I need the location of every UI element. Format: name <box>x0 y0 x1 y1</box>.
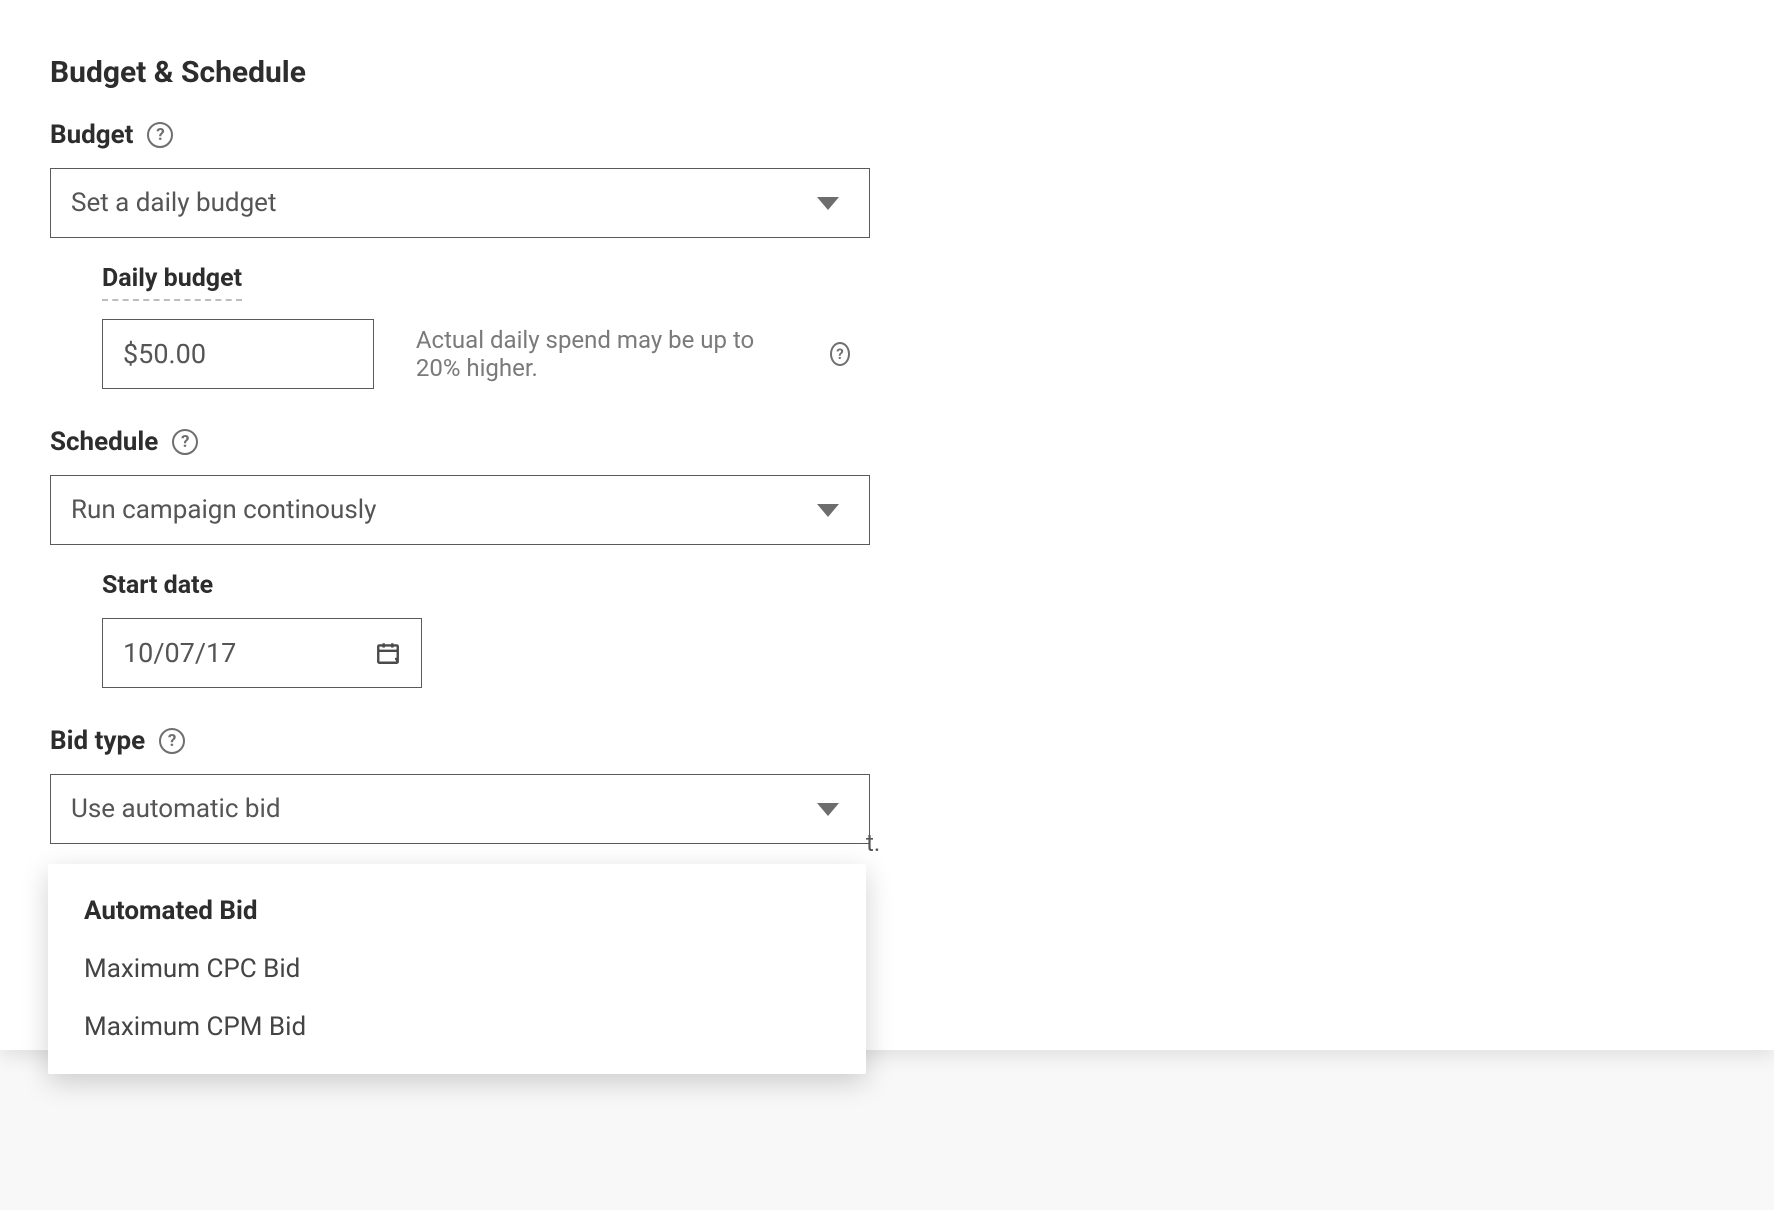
daily-budget-input[interactable]: $50.00 <box>102 319 374 389</box>
help-icon[interactable]: ? <box>172 429 198 455</box>
budget-select-value: Set a daily budget <box>71 188 276 218</box>
budget-schedule-form: Budget & Schedule Budget ? Set a daily b… <box>0 0 900 844</box>
budget-select[interactable]: Set a daily budget <box>50 168 870 238</box>
start-date-input[interactable]: 10/07/17 <box>102 618 422 688</box>
daily-budget-block: Daily budget $50.00 Actual daily spend m… <box>102 264 850 389</box>
calendar-icon <box>375 640 401 666</box>
help-icon[interactable]: ? <box>830 342 850 366</box>
daily-budget-row: $50.00 Actual daily spend may be up to 2… <box>102 319 850 389</box>
daily-budget-value: $50.00 <box>123 338 206 370</box>
help-icon[interactable]: ? <box>159 728 185 754</box>
bid-type-option[interactable]: Maximum CPM Bid <box>48 998 866 1056</box>
section-title: Budget & Schedule <box>50 55 850 90</box>
bid-type-select-value: Use automatic bid <box>71 794 281 824</box>
bid-type-select[interactable]: Use automatic bid <box>50 774 870 844</box>
schedule-select[interactable]: Run campaign continously <box>50 475 870 545</box>
help-icon[interactable]: ? <box>147 122 173 148</box>
chevron-down-icon <box>817 803 839 816</box>
start-date-value: 10/07/17 <box>123 637 236 669</box>
daily-budget-hint: Actual daily spend may be up to 20% high… <box>416 326 788 382</box>
budget-field: Budget ? Set a daily budget Daily budget… <box>50 120 850 389</box>
chevron-down-icon <box>817 504 839 517</box>
budget-label: Budget <box>50 120 133 150</box>
bid-type-option[interactable]: Automated Bid <box>48 882 866 940</box>
budget-label-row: Budget ? <box>50 120 850 150</box>
schedule-label-row: Schedule ? <box>50 427 850 457</box>
chevron-down-icon <box>817 197 839 210</box>
daily-budget-label: Daily budget <box>102 264 242 301</box>
bid-type-dropdown: Automated BidMaximum CPC BidMaximum CPM … <box>48 864 866 1074</box>
bid-type-option[interactable]: Maximum CPC Bid <box>48 940 866 998</box>
start-date-label: Start date <box>102 571 850 600</box>
bid-type-label-row: Bid type ? <box>50 726 850 756</box>
bid-type-label: Bid type <box>50 726 145 756</box>
bid-type-field: Bid type ? Use automatic bid t. Automate… <box>50 726 850 844</box>
truncated-background-text: t. <box>866 829 880 857</box>
schedule-select-value: Run campaign continously <box>71 495 376 525</box>
schedule-field: Schedule ? Run campaign continously Star… <box>50 427 850 688</box>
start-date-block: Start date 10/07/17 <box>102 571 850 688</box>
schedule-label: Schedule <box>50 427 158 457</box>
